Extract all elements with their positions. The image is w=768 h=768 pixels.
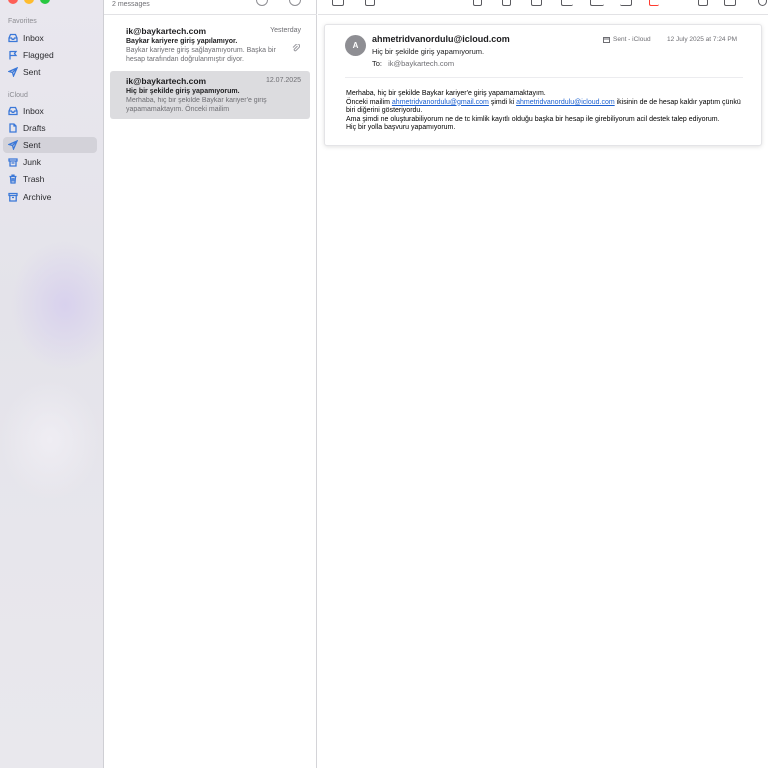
- zoom-window-button[interactable]: [40, 0, 50, 4]
- sidebar-item-favorites-sent[interactable]: Sent: [3, 64, 97, 80]
- sidebar-item-icloud-sent[interactable]: Sent: [3, 137, 97, 153]
- body-line: Önceki mailim ahmetridvanordulu@gmail.co…: [346, 99, 751, 116]
- favorites-section-label: Favorites: [8, 18, 37, 25]
- inbox-icon: [8, 106, 18, 116]
- message-date: Yesterday: [270, 27, 301, 34]
- junk-toolbar-icon[interactable]: [531, 0, 542, 6]
- sidebar-item-drafts[interactable]: Drafts: [3, 120, 97, 136]
- sidebar-item-archive[interactable]: Archive: [3, 189, 97, 205]
- sidebar-item-trash[interactable]: Trash: [3, 171, 97, 187]
- reply-icon[interactable]: [561, 0, 573, 6]
- message-subject: Hiç bir şekilde giriş yapamıyorum.: [126, 88, 240, 95]
- body-line: Ama şimdi ne oluşturabiliyorum ne de tc …: [346, 115, 720, 123]
- message-list: 2 messages ik@baykartech.com Yesterday B…: [104, 0, 317, 768]
- document-icon: [8, 123, 18, 133]
- header-divider: [345, 77, 743, 78]
- sidebar-item-junk[interactable]: Junk: [3, 154, 97, 170]
- avatar: A: [345, 35, 366, 56]
- message-preview: Baykar kariyere giriş sağlayamıyorum. Ba…: [126, 47, 276, 63]
- sidebar-item-label: Flagged: [23, 50, 54, 60]
- sidebar-item-flagged[interactable]: Flagged: [3, 47, 97, 63]
- email-link-gmail[interactable]: ahmetridvanordulu@gmail.com: [392, 99, 489, 106]
- get-mail-icon[interactable]: [332, 0, 344, 6]
- close-window-button[interactable]: [8, 0, 18, 4]
- message-preview: Merhaba, hiç bir şekilde Baykar kariyer'…: [126, 97, 267, 113]
- sidebar-item-label: Junk: [23, 157, 41, 167]
- body-text: Önceki mailim: [346, 98, 392, 106]
- mailbox-label[interactable]: Sent - iCloud: [603, 36, 651, 43]
- recipient-line: To: ik@baykartech.com: [372, 59, 454, 68]
- sidebar-item-label: Archive: [23, 192, 52, 202]
- paperplane-icon: [8, 67, 18, 77]
- search-icon[interactable]: [758, 0, 767, 6]
- message-subject: Baykar kariyere giriş yapılamıyor.: [126, 38, 238, 45]
- message-list-header: 2 messages: [104, 0, 317, 15]
- toolbar: [318, 0, 768, 15]
- sidebar-item-favorites-inbox[interactable]: Inbox: [3, 30, 97, 46]
- minimize-window-button[interactable]: [24, 0, 34, 4]
- mailbox-tray-icon: [603, 36, 610, 43]
- notifications-icon[interactable]: [698, 0, 708, 6]
- archive-toolbar-icon[interactable]: [473, 0, 482, 6]
- sidebar-item-label: Inbox: [23, 33, 44, 43]
- reading-pane: A ahmetridvanordulu@icloud.com Hiç bir ş…: [318, 15, 768, 768]
- flag-icon: [8, 50, 18, 60]
- flag-toolbar-icon[interactable]: [649, 0, 659, 6]
- sidebar: Favorites Inbox Flagged Sent iCloud Inbo…: [0, 0, 104, 768]
- message-body: Merhaba, hiç bir şekilde Baykar kariyer'…: [346, 90, 751, 133]
- paperplane-icon: [8, 140, 18, 150]
- sidebar-item-label: Inbox: [23, 106, 44, 116]
- to-label: To:: [372, 59, 383, 68]
- archive-icon: [8, 192, 18, 202]
- sidebar-item-label: Sent: [23, 67, 41, 77]
- paperclip-icon: [292, 39, 301, 52]
- compose-icon[interactable]: [365, 0, 375, 6]
- trash-icon: [8, 174, 18, 184]
- sidebar-item-label: Sent: [23, 140, 41, 150]
- message-subject-header: Hiç bir şekilde giriş yapamıyorum.: [372, 47, 485, 56]
- move-icon[interactable]: [724, 0, 736, 6]
- mailbox-name: Sent - iCloud: [613, 36, 651, 43]
- body-line: Merhaba, hiç bir şekilde Baykar kariyer'…: [346, 90, 546, 97]
- message-date: 12.07.2025: [265, 77, 301, 84]
- body-text: şimdi ki: [488, 98, 517, 106]
- message-count: 2 messages: [112, 1, 150, 8]
- recipient-address[interactable]: ik@baykartech.com: [388, 59, 454, 68]
- sidebar-item-label: Trash: [23, 174, 45, 184]
- sender-address[interactable]: ahmetridvanordulu@icloud.com: [372, 34, 510, 44]
- message-view: A ahmetridvanordulu@icloud.com Hiç bir ş…: [324, 24, 762, 146]
- junk-icon: [8, 157, 18, 167]
- compose-status-icon[interactable]: [289, 0, 301, 6]
- sidebar-item-label: Drafts: [23, 123, 46, 133]
- sidebar-item-icloud-inbox[interactable]: Inbox: [3, 103, 97, 119]
- reply-all-icon[interactable]: [590, 0, 604, 6]
- icloud-section-label: iCloud: [8, 92, 28, 99]
- filter-icon[interactable]: [256, 0, 268, 6]
- body-line: Hiç bir yolla başvuru yapamıyorum.: [346, 124, 456, 132]
- message-item-selected[interactable]: ik@baykartech.com 12.07.2025 Hiç bir şek…: [110, 71, 310, 119]
- trash-toolbar-icon[interactable]: [502, 0, 511, 6]
- message-item[interactable]: ik@baykartech.com Yesterday Baykar kariy…: [110, 21, 310, 69]
- window-controls: [8, 0, 50, 4]
- email-link-icloud[interactable]: ahmetridvanordulu@icloud.com: [516, 99, 615, 106]
- inbox-icon: [8, 33, 18, 43]
- message-datetime: 12 July 2025 at 7:24 PM: [667, 36, 738, 43]
- forward-icon[interactable]: [620, 0, 632, 6]
